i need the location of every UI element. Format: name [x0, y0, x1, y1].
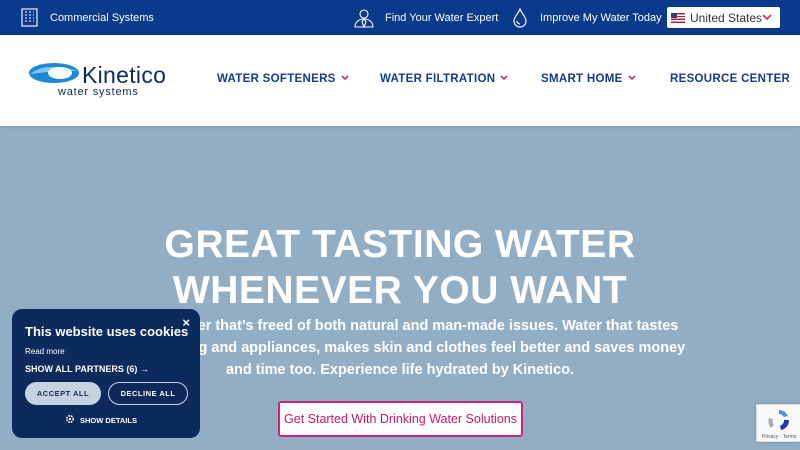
show-details-link[interactable]: SHOW DETAILS: [65, 414, 137, 426]
nav-resource-center[interactable]: RESOURCE CENTER: [670, 73, 790, 85]
improve-water-link[interactable]: Improve My Water Today: [512, 0, 662, 35]
get-started-button[interactable]: Get Started With Drinking Water Solution…: [278, 401, 523, 437]
read-more-link[interactable]: Read more: [25, 347, 65, 356]
nav-resource-center-label: RESOURCE CENTER: [670, 73, 791, 85]
commercial-systems-label: Commercial Systems: [50, 11, 154, 24]
building-icon: [20, 8, 39, 27]
decline-all-button[interactable]: DECLINE ALL: [108, 382, 188, 405]
water-drop-icon: [512, 7, 528, 28]
logo-brand: Kinetico: [82, 62, 167, 88]
nav-water-filtration[interactable]: WATER FILTRATION: [380, 73, 508, 85]
logo-tagline: water systems: [58, 86, 139, 98]
nav-water-softeners-label: WATER SOFTENERS: [217, 73, 336, 85]
accept-all-button[interactable]: ACCEPT ALL: [25, 382, 101, 405]
nav-smart-home[interactable]: SMART HOME: [541, 73, 636, 85]
country-label: United States: [690, 10, 763, 25]
kinetico-logo-mark: [29, 63, 79, 83]
utility-bar: Commercial Systems Find Your Water Exper…: [0, 0, 800, 35]
hero-headline-line-1: GREAT TASTING WATER: [164, 223, 636, 266]
recaptcha-badge[interactable]: Privacy - Terms: [756, 404, 800, 442]
cookie-banner: × This website uses cookies Read more SH…: [12, 309, 200, 438]
country-selector[interactable]: United States: [667, 7, 780, 28]
hero-headline: GREAT TASTING WATER WHENEVER YOU WANT: [0, 222, 800, 314]
improve-water-label: Improve My Water Today: [540, 11, 662, 24]
kinetico-logo[interactable]: Kinetico water systems: [28, 62, 178, 102]
nav-water-softeners[interactable]: WATER SOFTENERS: [217, 73, 349, 85]
hero-headline-line-2: WHENEVER YOU WANT: [172, 269, 628, 312]
chevron-down-icon: [500, 73, 508, 85]
show-partners-link[interactable]: SHOW ALL PARTNERS (6) →: [25, 364, 149, 374]
find-expert-link[interactable]: Find Your Water Expert: [353, 0, 498, 35]
show-details-label: SHOW DETAILS: [80, 415, 137, 425]
main-navigation: Kinetico water systems WATER SOFTENERS W…: [0, 35, 800, 126]
chevron-down-icon: [762, 12, 772, 22]
chevron-down-icon: [628, 73, 636, 85]
gear-icon: [65, 414, 80, 426]
recaptcha-terms[interactable]: Privacy - Terms: [762, 434, 796, 440]
chevron-down-icon: [341, 73, 349, 85]
nav-water-filtration-label: WATER FILTRATION: [380, 73, 496, 85]
commercial-systems-link[interactable]: Commercial Systems: [20, 0, 154, 35]
cookie-title: This website uses cookies: [25, 324, 189, 339]
find-expert-label: Find Your Water Expert: [385, 11, 499, 24]
nav-smart-home-label: SMART HOME: [541, 73, 623, 85]
us-flag-icon: [671, 12, 685, 23]
expert-icon: [353, 8, 375, 28]
